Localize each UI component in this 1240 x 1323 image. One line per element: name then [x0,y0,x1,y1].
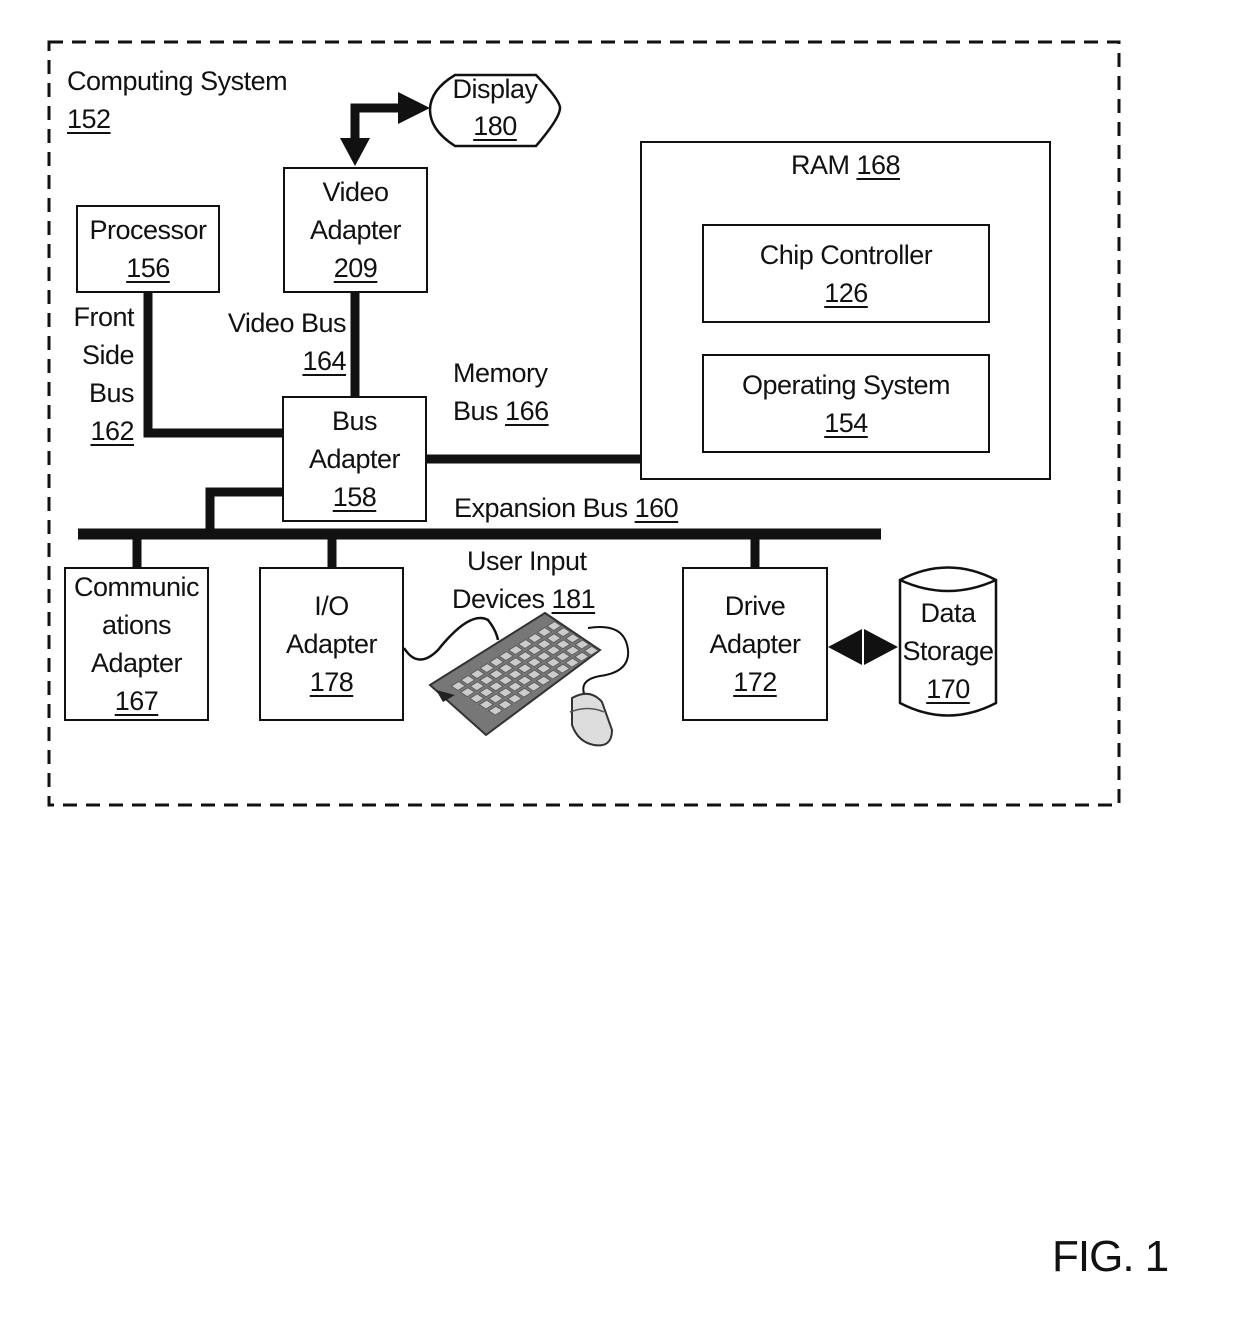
user-input-devices-ref: 181 [551,584,596,614]
mouse-icon [569,692,614,747]
communications-adapter-box: Communic ations Adapter 167 [64,567,209,721]
chip-controller-label: Chip Controller [759,239,933,270]
bus-adapter-ref: 158 [332,482,377,512]
video-adapter-label-1: Video [322,177,389,207]
chip-controller-ref: 126 [824,277,868,308]
ram-label: RAM [790,150,850,180]
display-label: Display [452,74,538,104]
processor-box: Processor 156 [76,205,220,293]
user-input-devices-label-2: Devices 181 [452,580,596,618]
data-storage-ref: 170 [926,674,970,704]
expansion-bus-label-text: Expansion Bus [454,493,628,523]
io-adapter-ref: 178 [309,667,354,697]
mouse-cable [582,626,630,697]
ram-title: RAM 168 [640,146,1051,184]
drive-adapter-label-1: Drive [724,591,786,621]
computing-system-ref: 152 [67,104,111,134]
bus-adapter-expansion-link [205,487,284,534]
ram-ref: 168 [856,150,901,180]
expansion-bus-ref: 160 [634,493,679,523]
memory-bus-label-text: Bus [453,396,499,426]
io-adapter-label-1: I/O [314,591,349,621]
bus-adapter-label-1: Bus [331,406,378,436]
memory-bus-label-1: Memory [453,358,548,388]
operating-system-box: Operating System 154 [702,354,990,453]
display-connection-arrow [340,92,430,166]
figure-label: FIG. 1 [1052,1232,1169,1281]
front-side-bus-label-3: Bus [88,378,135,408]
bus-adapter-box: Bus Adapter 158 [282,396,427,522]
io-adapter-box: I/O Adapter 178 [259,567,404,721]
expansion-bus-label: Expansion Bus 160 [454,489,679,527]
user-input-devices-label-1: User Input [467,546,587,576]
operating-system-ref: 154 [824,407,868,438]
communications-adapter-label-2: ations [101,610,172,640]
front-side-bus-ref: 162 [90,416,134,446]
memory-bus-ref: 166 [505,396,549,426]
drive-adapter-box: Drive Adapter 172 [682,567,828,721]
user-input-devices-label-text: Devices [452,584,545,614]
communications-adapter-ref: 167 [114,686,159,716]
video-adapter-label-2: Adapter [309,215,402,245]
chip-controller-box: Chip Controller 126 [702,224,990,323]
storage-connection-arrow [828,629,898,665]
drive-adapter-label-2: Adapter [709,629,801,659]
data-storage-label-2: Storage [902,636,994,666]
front-side-bus-label-2: Side [81,340,135,370]
memory-bus-label-2: Bus 166 [453,392,549,430]
computing-system-label: Computing System [67,66,288,96]
bus-adapter-label-2: Adapter [308,444,401,474]
display-ref: 180 [473,111,517,141]
drive-adapter-ref: 172 [733,667,777,697]
front-side-bus-label-1: Front [73,302,134,332]
communications-adapter-label-3: Adapter [90,648,183,678]
video-bus-label: Video Bus [227,308,347,338]
video-adapter-box: Video Adapter 209 [283,167,428,293]
data-storage-label-1: Data [920,598,976,628]
io-adapter-label-2: Adapter [285,629,378,659]
communications-adapter-label-1: Communic [73,572,200,602]
operating-system-label: Operating System [741,369,951,400]
video-adapter-ref: 209 [333,253,378,283]
computing-system-title: Computing System [67,62,288,100]
video-bus-ref: 164 [302,346,346,376]
processor-label: Processor [89,215,207,245]
processor-ref: 156 [126,253,170,283]
